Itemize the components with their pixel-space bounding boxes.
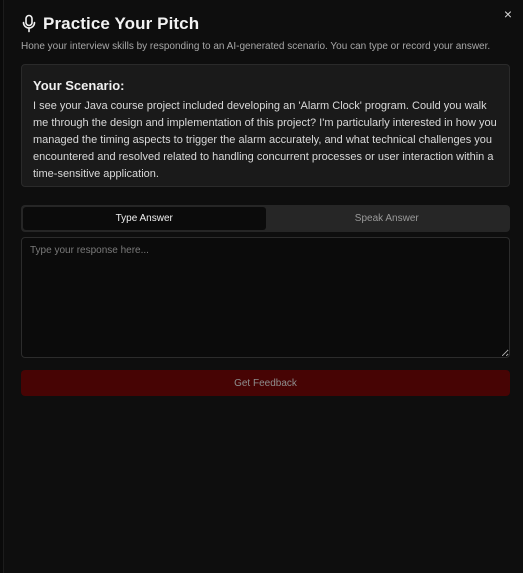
tab-type-answer[interactable]: Type Answer [23, 207, 266, 230]
response-input[interactable] [21, 237, 510, 358]
tab-speak-answer[interactable]: Speak Answer [266, 207, 509, 230]
close-icon[interactable]: × [501, 7, 515, 21]
dialog-title: Practice Your Pitch [43, 14, 200, 33]
get-feedback-button[interactable]: Get Feedback [21, 370, 510, 396]
dialog-header: Practice Your Pitch [21, 14, 199, 34]
scenario-panel: Your Scenario: I see your Java course pr… [21, 64, 510, 187]
practice-pitch-dialog: × Practice Your Pitch Hone your intervie… [3, 0, 523, 573]
dialog-subtitle: Hone your interview skills by responding… [21, 41, 491, 52]
answer-mode-tabs: Type Answer Speak Answer [21, 205, 510, 232]
scenario-heading: Your Scenario: [33, 78, 125, 93]
microphone-icon [22, 14, 36, 33]
scenario-text: I see your Java course project included … [33, 100, 497, 180]
